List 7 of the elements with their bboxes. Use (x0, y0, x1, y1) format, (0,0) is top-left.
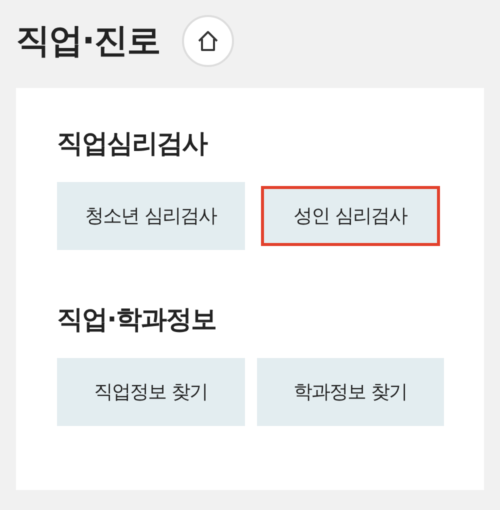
section-title: 직업심리검사 (57, 128, 208, 161)
menu-button[interactable]: 학과정보 찾기 (256, 358, 444, 426)
menu-button[interactable]: 청소년 심리검사 (57, 182, 244, 250)
page-title: 직업·진로 (16, 20, 160, 63)
menu-button[interactable]: 직업정보 찾기 (57, 358, 244, 426)
home-icon (196, 29, 220, 53)
section-title: 직업·학과정보 (57, 304, 217, 337)
